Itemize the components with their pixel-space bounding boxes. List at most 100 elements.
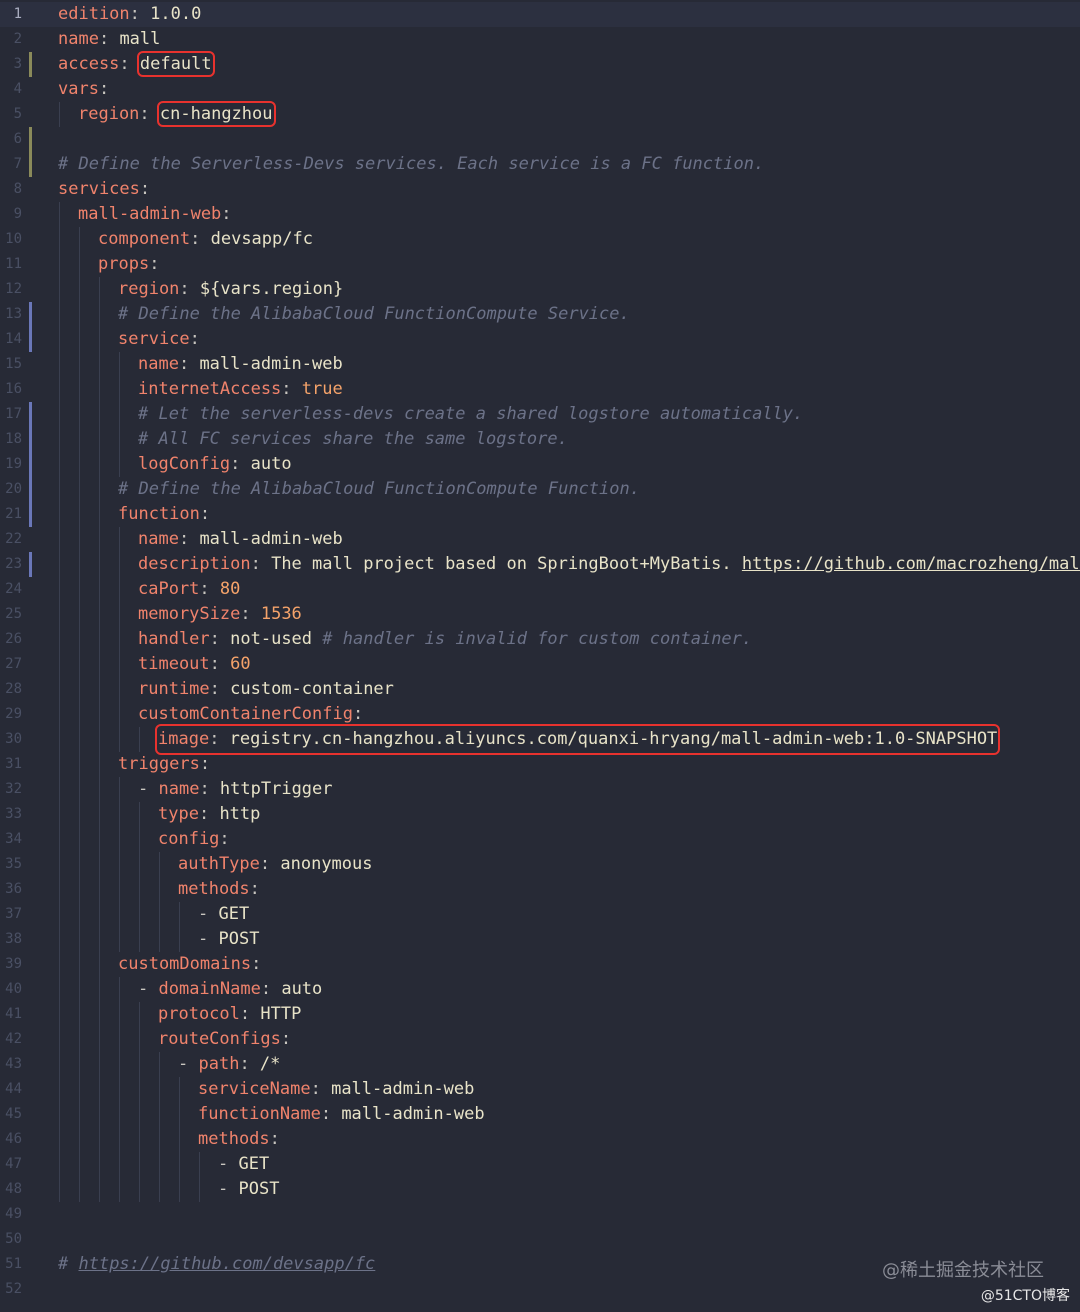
code-line[interactable]: 3 access: default (0, 51, 1080, 77)
code-line[interactable]: 29 customContainerConfig: (0, 702, 1080, 727)
indent-guide (59, 1152, 60, 1177)
indent-guide (59, 827, 60, 852)
code-line[interactable]: 5 region: cn-hangzhou (0, 101, 1080, 127)
code-line[interactable]: 39 customDomains: (0, 952, 1080, 977)
indent-guide (179, 927, 180, 952)
code-token: # Let the serverless-devs create a share… (138, 404, 804, 424)
highlighted-token: default (136, 51, 215, 77)
code-token: GET (238, 1154, 270, 1174)
code-token: : (198, 804, 220, 824)
code-line[interactable]: 38 - POST (0, 927, 1080, 952)
code-line[interactable]: 47 - GET (0, 1152, 1080, 1177)
code-token: name (58, 29, 99, 49)
line-code: # Define the AlibabaCloud FunctionComput… (118, 477, 640, 502)
code-line[interactable]: 34 config: (0, 827, 1080, 852)
indent-guide (139, 902, 140, 927)
code-token: mall-admin-web (199, 354, 343, 374)
code-line[interactable]: 26 handler: not-used # handler is invalid… (0, 627, 1080, 652)
line-number: 10 (5, 231, 22, 247)
code-line[interactable]: 22 name: mall-admin-web (0, 527, 1080, 552)
indent-guide (139, 1027, 140, 1052)
line-code: function: (118, 502, 210, 527)
line-code: logConfig: auto (138, 452, 292, 477)
code-line[interactable]: 7 # Define the Serverless-Devs services. … (0, 152, 1080, 177)
indent-guide (59, 927, 60, 952)
code-line[interactable]: 13 # Define the AlibabaCloud FunctionComp… (0, 302, 1080, 327)
line-number: 13 (5, 306, 22, 322)
code-line[interactable]: 36 methods: (0, 877, 1080, 902)
code-token: : (219, 829, 230, 849)
code-token: serviceName (198, 1079, 311, 1099)
code-token: : (209, 654, 231, 674)
code-line[interactable]: 48 - POST (0, 1177, 1080, 1202)
indent-guide (139, 1177, 140, 1202)
indent-guide (59, 1027, 60, 1052)
code-line[interactable]: 24 caPort: 80 (0, 577, 1080, 602)
code-line[interactable]: 50 (0, 1227, 1080, 1252)
code-line[interactable]: 42 routeConfigs: (0, 1027, 1080, 1052)
code-line[interactable]: 21 function: (0, 502, 1080, 527)
code-line[interactable]: 33 type: http (0, 802, 1080, 827)
code-line[interactable]: 11 props: (0, 252, 1080, 277)
code-line[interactable]: 35 authType: anonymous (0, 852, 1080, 877)
line-number: 22 (5, 531, 22, 547)
code-line[interactable]: 17 # Let the serverless-devs create a sha… (0, 402, 1080, 427)
code-line[interactable]: 49 (0, 1202, 1080, 1227)
code-line[interactable]: 2 name: mall (0, 27, 1080, 52)
code-line[interactable]: 46 methods: (0, 1127, 1080, 1152)
line-code: component: devsapp/fc (98, 227, 313, 252)
code-line[interactable]: 15 name: mall-admin-web (0, 352, 1080, 377)
indent-guide (99, 977, 100, 1002)
code-token: runtime (138, 679, 210, 699)
code-token: : (189, 329, 200, 349)
indent-guide (99, 652, 100, 677)
indent-guide (139, 802, 140, 827)
code-line[interactable]: 30 image: registry.cn-hangzhou.aliyuncs.c… (0, 724, 1080, 755)
indent-guide (139, 1052, 140, 1077)
code-line[interactable]: 45 functionName: mall-admin-web (0, 1102, 1080, 1127)
code-line[interactable]: 9 mall-admin-web: (0, 202, 1080, 227)
code-line[interactable]: 41 protocol: HTTP (0, 1002, 1080, 1027)
code-token: : (139, 104, 160, 124)
code-line[interactable]: 16 internetAccess: true (0, 377, 1080, 402)
indent-guide (99, 752, 100, 777)
line-code: name: mall (58, 27, 160, 52)
indent-guide (119, 1052, 120, 1077)
code-line[interactable]: 14 service: (0, 327, 1080, 352)
code-line[interactable]: 25 memorySize: 1536 (0, 602, 1080, 627)
code-token: : (352, 704, 364, 724)
code-line[interactable]: 44 serviceName: mall-admin-web (0, 1077, 1080, 1102)
code-line[interactable]: 4 vars: (0, 77, 1080, 102)
line-code: caPort: 80 (138, 577, 240, 602)
indent-guide (139, 852, 140, 877)
code-line[interactable]: 20 # Define the AlibabaCloud FunctionComp… (0, 477, 1080, 502)
code-line[interactable]: 12 region: ${vars.region} (0, 277, 1080, 302)
indent-guide (139, 1102, 140, 1127)
line-number: 17 (5, 406, 22, 422)
indent-guide (119, 652, 120, 677)
line-code: # All FC services share the same logstor… (138, 427, 568, 452)
code-line[interactable]: 19 logConfig: auto (0, 452, 1080, 477)
code-line[interactable]: 28 runtime: custom-container (0, 677, 1080, 702)
code-line[interactable]: 40 - domainName: auto (0, 977, 1080, 1002)
code-line[interactable]: 23 description: The mall project based on… (0, 552, 1080, 577)
code-token: # Define the Serverless-Devs services. E… (58, 154, 765, 174)
code-token: : (179, 279, 200, 299)
code-line[interactable]: 37 - GET (0, 902, 1080, 927)
indent-guide (79, 802, 80, 827)
code-token: description (138, 554, 251, 574)
code-line[interactable]: 10 component: devsapp/fc (0, 227, 1080, 252)
code-token: : (129, 4, 151, 24)
code-token: logConfig (138, 454, 231, 474)
code-editor[interactable]: 1 edition: 1.0.0 2 name: mall 3 access: defau… (0, 0, 1080, 1312)
code-line[interactable]: 31 triggers: (0, 752, 1080, 777)
code-line[interactable]: 6 (0, 127, 1080, 152)
code-line[interactable]: 8 services: (0, 177, 1080, 202)
code-line[interactable]: 18 # All FC services share the same logst… (0, 427, 1080, 452)
code-line[interactable]: 1 edition: 1.0.0 (0, 2, 1080, 27)
indent-guide (99, 1052, 100, 1077)
code-line[interactable]: 43 - path: /* (0, 1052, 1080, 1077)
line-code: memorySize: 1536 (138, 602, 302, 627)
code-line[interactable]: 27 timeout: 60 (0, 652, 1080, 677)
code-line[interactable]: 32 - name: httpTrigger (0, 777, 1080, 802)
